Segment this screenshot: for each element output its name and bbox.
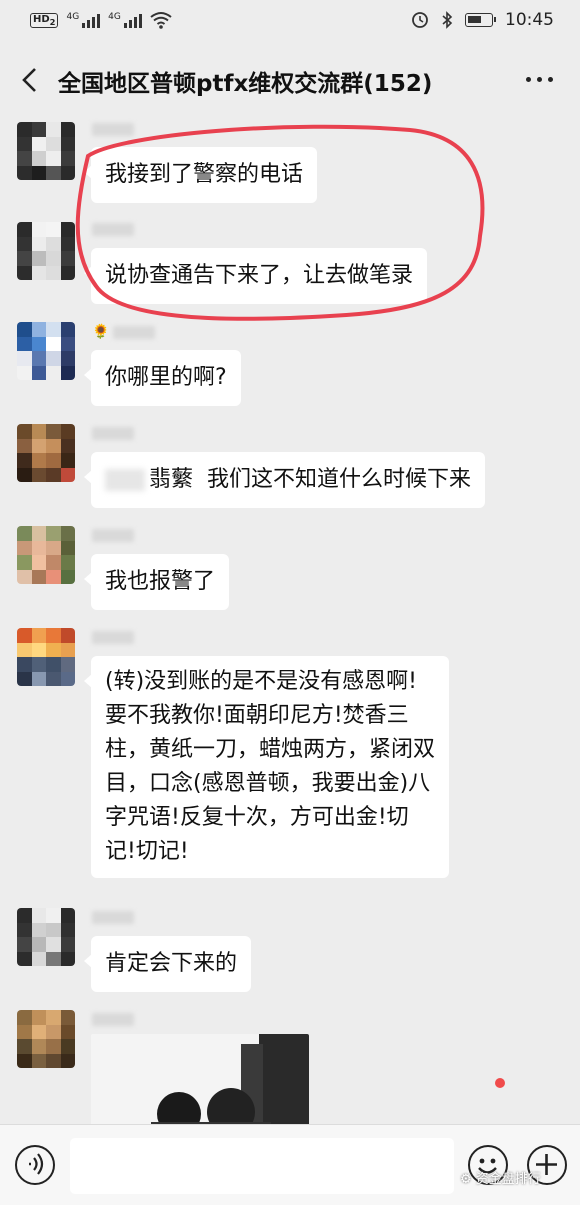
message-bubble[interactable]: 我接到了警察的电话 [83, 147, 318, 203]
signal-icon: 4G [66, 12, 101, 28]
status-time: 10:45 [505, 10, 554, 30]
message-bubble[interactable]: 你哪里的啊? [84, 350, 241, 406]
voice-input-icon[interactable] [15, 1145, 55, 1185]
message-text: 说协查通告下来了，让去做笔录 [105, 263, 414, 288]
watermark-text: 资金盘排行 [475, 1172, 541, 1187]
message-text: 肯定会下来的 [105, 951, 238, 976]
message-text: 我也报警了 [105, 569, 216, 594]
message-line: 记!切记! [105, 839, 189, 864]
avatar[interactable] [17, 1010, 75, 1068]
message-input[interactable] [70, 1138, 454, 1194]
chat-messages[interactable]: 我接到了警察的电话 说协查通告下来了，让去做笔录 🌻 你哪里的啊? 翡蘩 我们这… [0, 116, 580, 1124]
sender-name [92, 630, 134, 644]
sender-name [92, 528, 134, 542]
sender-name: 🌻 [92, 324, 156, 340]
sender-name [92, 122, 134, 136]
message-bubble[interactable]: 翡蘩 我们这不知道什么时候下来 [83, 452, 486, 508]
message-bubble[interactable]: 说协查通告下来了，让去做笔录 [83, 248, 428, 304]
avatar[interactable] [17, 908, 75, 966]
chat-header: 全国地区普顿ptfx维权交流群(152) [0, 44, 580, 116]
unread-dot [495, 1078, 505, 1088]
back-arrow-icon[interactable] [18, 66, 42, 94]
message-text: 我们这不知道什么时候下来 [207, 467, 472, 492]
mention-blur [105, 469, 145, 491]
status-bar: HD2 4G 4G 10:45 [0, 0, 580, 44]
signal-label-2: 4G [108, 12, 121, 22]
avatar[interactable] [17, 122, 75, 180]
sender-name [92, 1012, 134, 1026]
status-left: HD2 4G 4G [30, 11, 172, 29]
sender-name [92, 222, 134, 236]
signal-label: 4G [66, 12, 80, 22]
more-options-icon[interactable] [526, 72, 556, 86]
hd-badge: HD2 [30, 12, 59, 28]
avatar[interactable] [17, 526, 75, 584]
message-text: 你哪里的啊? [105, 365, 227, 390]
message-bubble[interactable]: (转)没到账的是不是没有感恩啊! 要不我教你!面朝印尼方!焚香三 柱，黄纸一刀，… [83, 656, 450, 878]
message-line: 要不我教你!面朝印尼方!焚香三 [105, 703, 409, 728]
message-bubble[interactable]: 肯定会下来的 [83, 936, 252, 992]
avatar[interactable] [17, 424, 75, 482]
message-bubble[interactable]: 我也报警了 [83, 554, 230, 610]
watermark: ⚙ 资金盘排行 [460, 1172, 541, 1187]
avatar[interactable] [17, 628, 75, 686]
message-line: 目，口念(感恩普顿，我要出金)八 [105, 771, 431, 796]
photo-thumbnail [91, 1034, 309, 1124]
input-bar [0, 1124, 580, 1205]
sender-name [92, 426, 134, 440]
message-line: 柱，黄纸一刀，蜡烛两方，紧闭双 [105, 737, 436, 762]
signal-icon-2: 4G [108, 12, 142, 28]
sender-name [92, 910, 134, 924]
chat-title: 全国地区普顿ptfx维权交流群(152) [58, 71, 433, 97]
message-line: (转)没到账的是不是没有感恩啊! [105, 669, 417, 694]
battery-icon [465, 13, 496, 27]
avatar[interactable] [17, 222, 75, 280]
avatar[interactable] [17, 322, 75, 380]
alarm-icon [412, 12, 428, 28]
status-right: 10:45 [411, 10, 554, 30]
message-line: 字咒语!反复十次，方可出金!切 [105, 805, 409, 830]
wifi-icon [150, 12, 172, 29]
bluetooth-icon [442, 11, 453, 29]
image-message[interactable] [91, 1034, 309, 1124]
mention-text: 翡蘩 [149, 467, 194, 492]
message-text: 我接到了警察的电话 [105, 162, 304, 187]
